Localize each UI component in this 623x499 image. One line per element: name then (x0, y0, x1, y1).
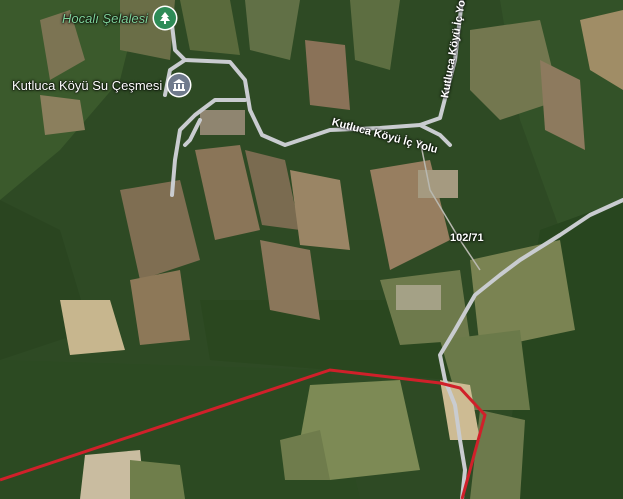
poi-hocali-selalesi[interactable]: Hocalı Şelalesi (62, 7, 176, 29)
poi-kutluca-su-cesmesi[interactable]: Kutluca Köyü Su Çeşmesi (12, 74, 191, 96)
poi-label: Hocalı Şelalesi (62, 10, 148, 26)
poi-label: Kutluca Köyü Su Çeşmesi (12, 77, 163, 93)
map-view[interactable]: Hocalı Şelalesi Kutluca Köyü Su Çeşmesi … (0, 0, 623, 499)
museum-icon (168, 74, 191, 96)
tree-icon (154, 7, 176, 29)
route-number: 102/71 (450, 232, 484, 244)
